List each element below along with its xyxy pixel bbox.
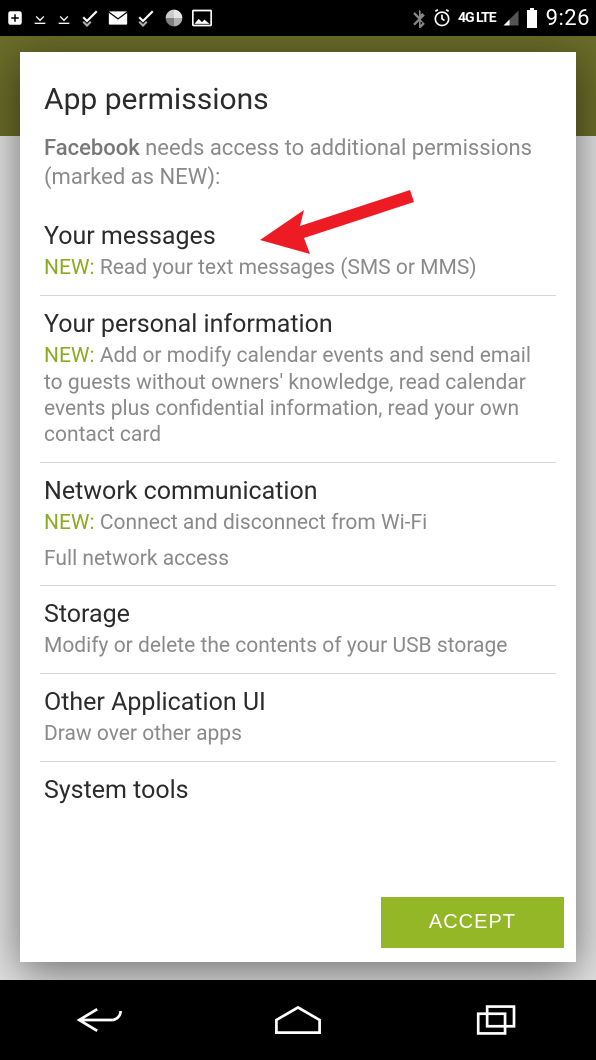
dialog-title: App permissions xyxy=(20,52,576,135)
new-tag: NEW: xyxy=(44,256,95,280)
new-tag: NEW: xyxy=(44,344,95,368)
permissions-dialog: App permissions Facebook needs access to… xyxy=(20,52,576,962)
permission-description: Draw over other apps xyxy=(44,721,552,747)
permission-item-storage[interactable]: Storage Modify or delete the contents of… xyxy=(40,586,556,674)
permission-description: NEW: Connect and disconnect from Wi-Fi xyxy=(44,510,552,536)
accept-button[interactable]: ACCEPT xyxy=(381,897,564,948)
mail-icon xyxy=(108,10,128,26)
dialog-intro: Facebook needs access to additional perm… xyxy=(20,135,576,204)
home-button[interactable] xyxy=(248,995,348,1045)
permission-title: Storage xyxy=(44,600,552,629)
back-button[interactable] xyxy=(49,995,149,1045)
permission-title: Network communication xyxy=(44,477,552,506)
new-tag: NEW: xyxy=(44,511,95,535)
permission-title: Other Application UI xyxy=(44,688,552,717)
permission-extra: Full network access xyxy=(44,547,552,571)
permission-description: Modify or delete the contents of your US… xyxy=(44,633,552,659)
permission-item-messages[interactable]: Your messages NEW: Read your text messag… xyxy=(40,208,556,296)
status-right: 4G LTE 9:26 xyxy=(412,6,590,31)
permission-title: System tools xyxy=(44,776,552,805)
alarm-icon xyxy=(432,8,452,28)
check-stack-icon xyxy=(136,9,156,27)
dialog-actions: ACCEPT xyxy=(20,889,576,962)
navigation-bar xyxy=(0,980,596,1060)
permission-item-personal-info[interactable]: Your personal information NEW: Add or mo… xyxy=(40,296,556,463)
check-stack-icon xyxy=(80,9,100,27)
permission-description: NEW: Read your text messages (SMS or MMS… xyxy=(44,255,552,281)
download-icon xyxy=(32,9,48,27)
recent-apps-button[interactable] xyxy=(447,995,547,1045)
download-icon xyxy=(56,9,72,27)
clock-text: 9:26 xyxy=(546,6,590,31)
permission-description: NEW: Add or modify calendar events and s… xyxy=(44,343,552,448)
add-box-icon xyxy=(6,9,24,27)
permissions-list[interactable]: Your messages NEW: Read your text messag… xyxy=(20,204,576,889)
permission-item-other-ui[interactable]: Other Application UI Draw over other app… xyxy=(40,674,556,762)
status-left xyxy=(6,8,212,28)
battery-icon xyxy=(526,8,538,28)
network-4g-icon: 4G LTE xyxy=(458,13,496,24)
permission-item-network[interactable]: Network communication NEW: Connect and d… xyxy=(40,463,556,585)
permission-title: Your personal information xyxy=(44,310,552,339)
permission-title: Your messages xyxy=(44,222,552,251)
signal-icon xyxy=(502,9,520,27)
status-bar: 4G LTE 9:26 xyxy=(0,0,596,36)
app-name: Facebook xyxy=(44,136,140,161)
permission-item-system-tools[interactable]: System tools xyxy=(40,762,556,823)
image-icon xyxy=(192,9,212,27)
bluetooth-icon xyxy=(412,8,426,28)
pinwheel-icon xyxy=(164,8,184,28)
